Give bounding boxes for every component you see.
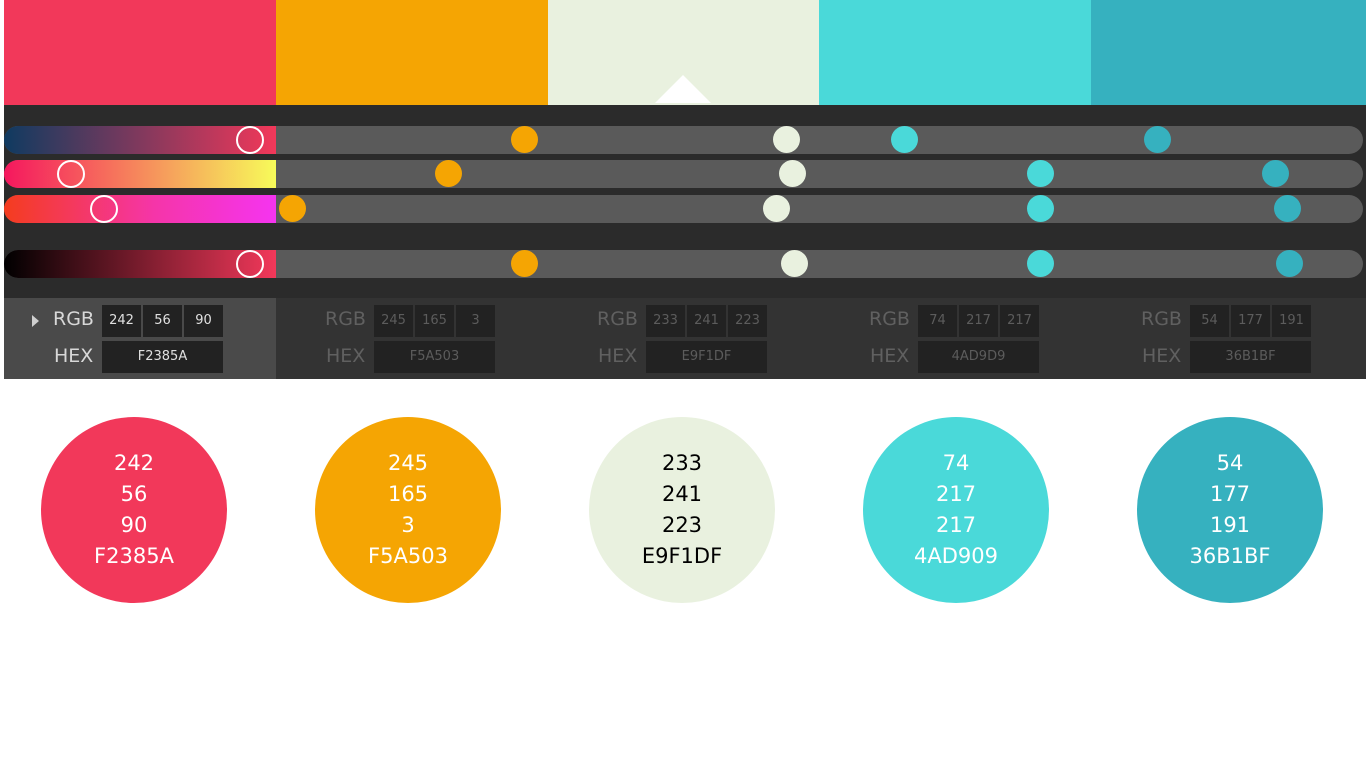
- color-circle-1: 242 56 90 F2385A: [41, 417, 227, 603]
- blue-field[interactable]: 90: [184, 305, 223, 337]
- expand-arrow-icon[interactable]: [32, 315, 39, 327]
- hex-field[interactable]: F5A503: [374, 341, 495, 373]
- hex-label: HEX: [870, 345, 910, 367]
- palette-editor: RGB 242 56 90 HEX F2385A RGB 245 165 3 H…: [4, 0, 1366, 379]
- circle-hex-value: E9F1DF: [641, 544, 723, 568]
- brightness-slider-handle[interactable]: [90, 195, 118, 223]
- red-field[interactable]: 242: [102, 305, 141, 337]
- hex-field[interactable]: F2385A: [102, 341, 223, 373]
- rgb-label: RGB: [53, 308, 94, 330]
- saturation-knob-5[interactable]: [1262, 160, 1289, 187]
- circle-blue-value: 191: [1209, 513, 1251, 537]
- brightness-slider-track[interactable]: [4, 195, 1363, 223]
- rgb-label: RGB: [869, 308, 910, 330]
- blue-field[interactable]: 3: [456, 305, 495, 337]
- saturation-knob-2[interactable]: [435, 160, 462, 187]
- rgb-label: RGB: [597, 308, 638, 330]
- green-field[interactable]: 56: [143, 305, 182, 337]
- circle-blue-value: 3: [401, 513, 415, 537]
- rgb-label: RGB: [325, 308, 366, 330]
- circle-red-value: 74: [942, 451, 970, 475]
- color-circle-4: 74 217 217 4AD909: [863, 417, 1049, 603]
- circle-hex-value: 36B1BF: [1189, 544, 1271, 568]
- value-slider-handle[interactable]: [236, 250, 264, 278]
- color-values-panel: RGB 242 56 90 HEX F2385A RGB 245 165 3 H…: [4, 298, 1366, 379]
- brightness-knob-5[interactable]: [1274, 195, 1301, 222]
- green-field[interactable]: 241: [687, 305, 726, 337]
- green-field[interactable]: 177: [1231, 305, 1270, 337]
- saturation-slider-handle[interactable]: [57, 160, 85, 188]
- blue-field[interactable]: 191: [1272, 305, 1311, 337]
- hue-knob-2[interactable]: [511, 126, 538, 153]
- saturation-slider-track[interactable]: [4, 160, 1363, 188]
- hex-field[interactable]: 4AD9D9: [918, 341, 1039, 373]
- saturation-knob-4[interactable]: [1027, 160, 1054, 187]
- blue-field[interactable]: 217: [1000, 305, 1039, 337]
- value-column-3[interactable]: RGB 233 241 223 HEX E9F1DF: [548, 298, 819, 379]
- circle-blue-value: 90: [120, 513, 148, 537]
- hue-knob-4[interactable]: [891, 126, 918, 153]
- saturation-slider-fill: [4, 160, 276, 188]
- brightness-knob-3[interactable]: [763, 195, 790, 222]
- circle-blue-value: 223: [661, 513, 703, 537]
- circle-green-value: 241: [661, 482, 703, 506]
- color-circle-2: 245 165 3 F5A503: [315, 417, 501, 603]
- brightness-knob-2[interactable]: [279, 195, 306, 222]
- hex-label: HEX: [54, 345, 94, 367]
- green-field[interactable]: 217: [959, 305, 998, 337]
- red-field[interactable]: 54: [1190, 305, 1229, 337]
- hex-label: HEX: [598, 345, 638, 367]
- value-column-2[interactable]: RGB 245 165 3 HEX F5A503: [276, 298, 548, 379]
- circle-green-value: 177: [1209, 482, 1251, 506]
- hue-knob-5[interactable]: [1144, 126, 1171, 153]
- red-field[interactable]: 233: [646, 305, 685, 337]
- hue-slider-track[interactable]: [4, 126, 1363, 154]
- circle-green-value: 217: [935, 482, 977, 506]
- green-field[interactable]: 165: [415, 305, 454, 337]
- circle-red-value: 233: [661, 451, 703, 475]
- slider-area: [4, 105, 1366, 298]
- circle-hex-value: F5A503: [368, 544, 448, 568]
- swatch-4[interactable]: [819, 0, 1091, 105]
- circle-red-value: 242: [113, 451, 155, 475]
- circle-blue-value: 217: [935, 513, 977, 537]
- circle-hex-value: 4AD909: [914, 544, 998, 568]
- value-knob-3[interactable]: [781, 250, 808, 277]
- value-column-4[interactable]: RGB 74 217 217 HEX 4AD9D9: [819, 298, 1091, 379]
- hex-field[interactable]: 36B1BF: [1190, 341, 1311, 373]
- circle-red-value: 54: [1216, 451, 1244, 475]
- hue-knob-3[interactable]: [773, 126, 800, 153]
- hue-slider-handle[interactable]: [236, 126, 264, 154]
- color-circle-3: 233 241 223 E9F1DF: [589, 417, 775, 603]
- rgb-label: RGB: [1141, 308, 1182, 330]
- brightness-knob-4[interactable]: [1027, 195, 1054, 222]
- base-color-marker-icon: [655, 75, 711, 103]
- circle-green-value: 165: [387, 482, 429, 506]
- saturation-knob-3[interactable]: [779, 160, 806, 187]
- circle-hex-value: F2385A: [94, 544, 174, 568]
- blue-field[interactable]: 223: [728, 305, 767, 337]
- hex-field[interactable]: E9F1DF: [646, 341, 767, 373]
- hex-label: HEX: [326, 345, 366, 367]
- swatch-1[interactable]: [4, 0, 276, 105]
- value-slider-track[interactable]: [4, 250, 1363, 278]
- value-knob-2[interactable]: [511, 250, 538, 277]
- value-knob-5[interactable]: [1276, 250, 1303, 277]
- swatch-5[interactable]: [1091, 0, 1366, 105]
- red-field[interactable]: 245: [374, 305, 413, 337]
- red-field[interactable]: 74: [918, 305, 957, 337]
- value-column-5[interactable]: RGB 54 177 191 HEX 36B1BF: [1091, 298, 1366, 379]
- value-knob-4[interactable]: [1027, 250, 1054, 277]
- circle-green-value: 56: [120, 482, 148, 506]
- value-column-1[interactable]: RGB 242 56 90 HEX F2385A: [4, 298, 276, 379]
- brightness-slider-fill: [4, 195, 276, 223]
- circle-red-value: 245: [387, 451, 429, 475]
- swatch-2[interactable]: [276, 0, 548, 105]
- color-wheel-app: RGB 242 56 90 HEX F2385A RGB 245 165 3 H…: [0, 0, 1366, 768]
- color-circle-5: 54 177 191 36B1BF: [1137, 417, 1323, 603]
- hex-label: HEX: [1142, 345, 1182, 367]
